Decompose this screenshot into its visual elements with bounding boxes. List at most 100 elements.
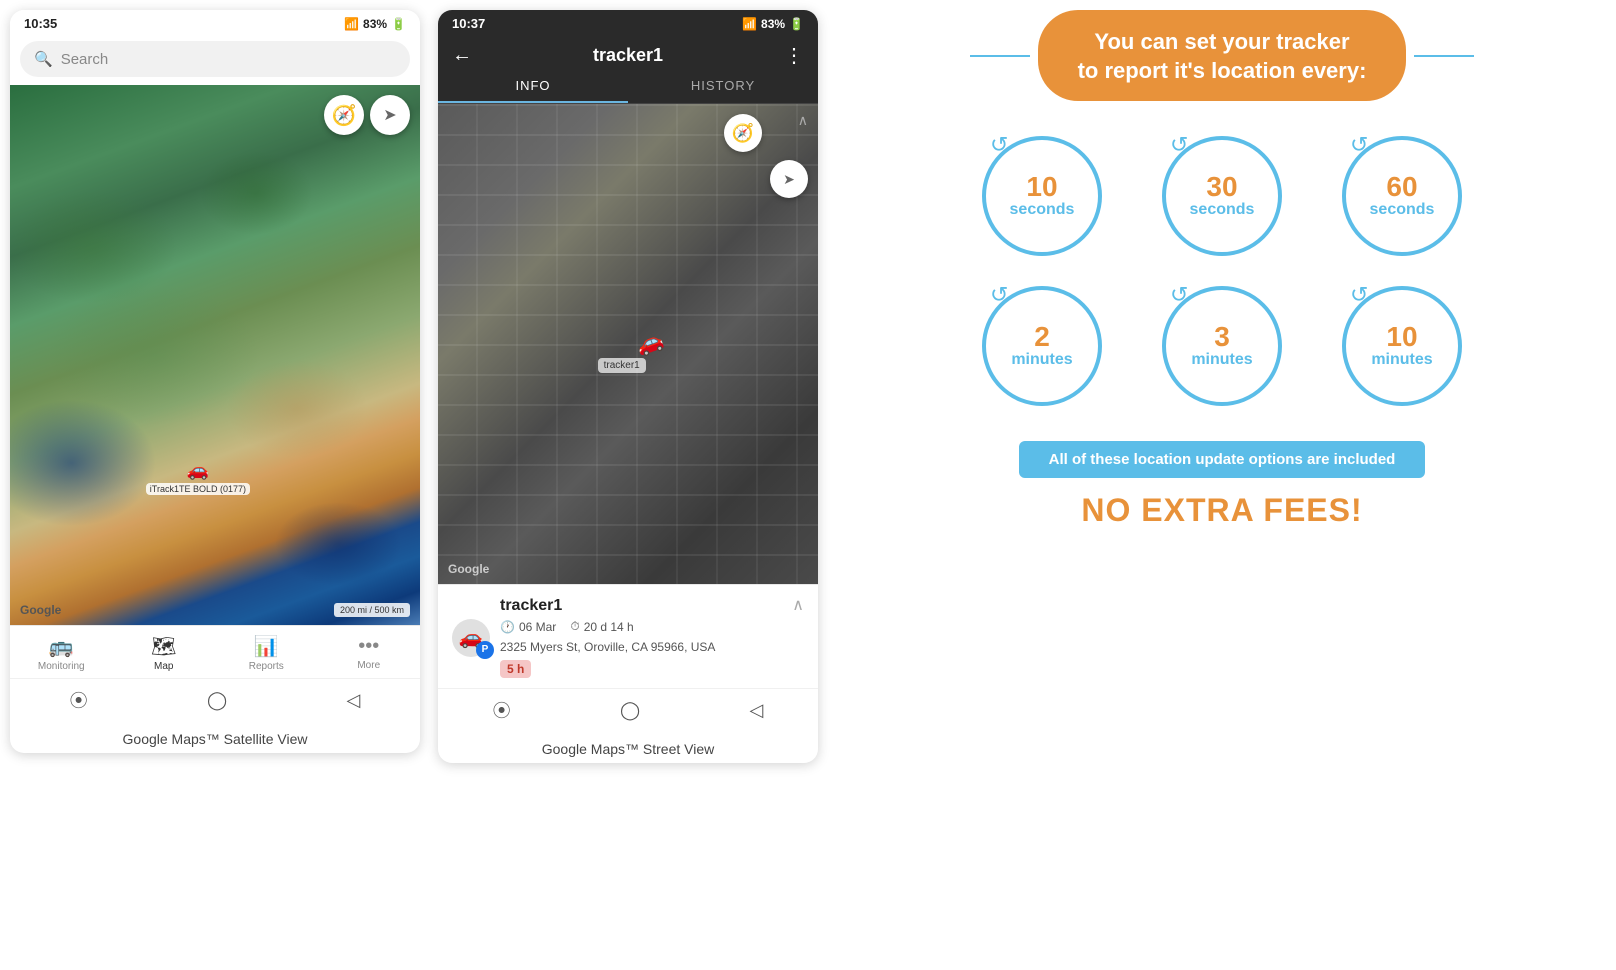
scroll-arrow: ∧ xyxy=(798,112,808,129)
android-nav-left: ⦿ ◯ ◁ xyxy=(10,678,420,721)
nav-reports-label: Reports xyxy=(249,661,284,672)
nav-more-label: More xyxy=(357,660,380,671)
circle-number-10min: 10 xyxy=(1386,323,1417,351)
timer-icon: ⏱ xyxy=(570,619,579,634)
status-bar-right: 10:37 📶 83% 🔋 xyxy=(438,10,818,35)
nav-monitoring[interactable]: 🚌 Monitoring xyxy=(31,634,91,672)
circle-number-30sec: 30 xyxy=(1206,173,1237,201)
android-home-left[interactable]: ◯ xyxy=(207,690,227,711)
phone-street: 10:37 📶 83% 🔋 ← tracker1 ⋮ INFO HISTORY … xyxy=(438,10,818,763)
map-icon: 🗺 xyxy=(151,634,176,659)
circle-ring-60sec: ↺ 60 seconds xyxy=(1342,136,1462,256)
map-scale: 200 mi / 500 km xyxy=(334,603,410,617)
circle-60sec: ↺ 60 seconds xyxy=(1327,131,1477,261)
back-button[interactable]: ← xyxy=(452,44,472,67)
circle-arrow-3min: ↺ xyxy=(1170,282,1188,308)
info-included-text: All of these location update options are… xyxy=(1049,451,1396,468)
tracker-date: 🕐 06 Mar xyxy=(500,619,556,634)
nav-reports[interactable]: 📊 Reports xyxy=(236,634,296,672)
phone-header-right: ← tracker1 ⋮ xyxy=(438,35,818,68)
android-back-left[interactable]: ◁ xyxy=(346,690,360,711)
tracker-p-badge: P xyxy=(476,641,494,659)
search-icon: 🔍 xyxy=(34,50,53,68)
tracker-name: tracker1 xyxy=(500,597,715,615)
google-logo-left: Google xyxy=(20,603,61,617)
circle-unit-2min: minutes xyxy=(1011,351,1072,369)
tab-history[interactable]: HISTORY xyxy=(628,68,818,103)
navigate-button[interactable]: ➤ xyxy=(370,95,410,135)
clock-icon: 🕐 xyxy=(500,620,515,634)
tracker-address: 2325 Myers St, Oroville, CA 95966, USA xyxy=(500,640,715,654)
android-recents-right[interactable]: ⦿ xyxy=(493,697,511,723)
android-nav-right: ⦿ ◯ ◁ xyxy=(438,688,818,731)
status-time-left: 10:35 xyxy=(24,16,57,31)
circle-2min: ↺ 2 minutes xyxy=(967,281,1117,411)
nav-more[interactable]: ••• More xyxy=(339,635,399,671)
info-no-fees: NO EXTRA FEES! xyxy=(1081,492,1362,529)
map-aerial: 🧭 ➤ 🚗 tracker1 Google ∧ xyxy=(438,104,818,584)
status-bar-left: 10:35 📶 83% 🔋 xyxy=(10,10,420,35)
circle-number-3min: 3 xyxy=(1214,323,1230,351)
circle-ring-10sec: ↺ 10 seconds xyxy=(982,136,1102,256)
circle-number-2min: 2 xyxy=(1034,323,1050,351)
tracker-meta: 🕐 06 Mar ⏱ 20 d 14 h xyxy=(500,619,715,634)
android-recents-left[interactable]: ⦿ xyxy=(70,687,88,713)
info-title-box: You can set your tracker to report it's … xyxy=(1038,10,1407,101)
aerial-nav-button[interactable]: ➤ xyxy=(770,160,808,198)
android-back-right[interactable]: ◁ xyxy=(749,700,763,721)
circle-arrow-60sec: ↺ xyxy=(1350,132,1368,158)
more-icon: ••• xyxy=(358,635,379,658)
tracker-avatar-wrap: 🚗 P xyxy=(452,619,490,657)
info-included-box: All of these location update options are… xyxy=(1019,441,1426,478)
tracker-duration: ⏱ 20 d 14 h xyxy=(570,619,633,634)
circle-10min: ↺ 10 minutes xyxy=(1327,281,1477,411)
nav-monitoring-label: Monitoring xyxy=(38,661,85,672)
nav-map-label: Map xyxy=(154,661,173,672)
android-home-right[interactable]: ◯ xyxy=(620,700,640,721)
tracker-info-header: 🚗 P tracker1 🕐 06 Mar ⏱ 20 d 14 h xyxy=(452,597,804,678)
tracker-info-panel: 🚗 P tracker1 🕐 06 Mar ⏱ 20 d 14 h xyxy=(438,584,818,688)
circle-number-10sec: 10 xyxy=(1026,173,1057,201)
aerial-compass[interactable]: 🧭 xyxy=(724,114,762,152)
aerial-google-logo: Google xyxy=(448,562,489,576)
compass-button[interactable]: 🧭 xyxy=(324,95,364,135)
circles-grid: ↺ 10 seconds ↺ 30 seconds ↺ 60 seconds ↺… xyxy=(967,131,1477,411)
tracker-label: iTrack1TE BOLD (0177) xyxy=(146,483,250,495)
status-icons-right: 📶 83% 🔋 xyxy=(742,17,804,31)
battery-icon-left: 🔋 xyxy=(391,17,406,31)
tab-info[interactable]: INFO xyxy=(438,68,628,103)
search-bar[interactable]: 🔍 Search xyxy=(20,41,410,77)
circle-unit-3min: minutes xyxy=(1191,351,1252,369)
circle-unit-10sec: seconds xyxy=(1010,201,1075,219)
circle-arrow-10sec: ↺ xyxy=(990,132,1008,158)
circle-unit-10min: minutes xyxy=(1371,351,1432,369)
caption-satellite: Google Maps™ Satellite View xyxy=(10,721,420,753)
battery-left: 83% xyxy=(363,17,387,31)
aerial-car-icon: 🚗 xyxy=(632,326,667,360)
circle-unit-30sec: seconds xyxy=(1190,201,1255,219)
circle-arrow-30sec: ↺ xyxy=(1170,132,1188,158)
circle-number-60sec: 60 xyxy=(1386,173,1417,201)
aerial-tracker-label: tracker1 xyxy=(598,358,646,373)
tracker-details: tracker1 🕐 06 Mar ⏱ 20 d 14 h 2325 Myers… xyxy=(500,597,715,678)
circle-ring-10min: ↺ 10 minutes xyxy=(1342,286,1462,406)
tracker-title: tracker1 xyxy=(593,45,663,66)
battery-icon-right: 🔋 xyxy=(789,17,804,31)
panel-scroll-icon: ∧ xyxy=(792,595,804,615)
tabs-bar: INFO HISTORY xyxy=(438,68,818,104)
time-badge: 5 h xyxy=(500,660,531,678)
circle-ring-3min: ↺ 3 minutes xyxy=(1162,286,1282,406)
info-title: You can set your tracker to report it's … xyxy=(1078,28,1367,85)
circle-ring-2min: ↺ 2 minutes xyxy=(982,286,1102,406)
circle-10sec: ↺ 10 seconds xyxy=(967,131,1117,261)
caption-street: Google Maps™ Street View xyxy=(438,731,818,763)
battery-right: 83% xyxy=(761,17,785,31)
reports-icon: 📊 xyxy=(254,634,279,659)
tracker-marker: 🚗 iTrack1TE BOLD (0177) xyxy=(146,460,250,495)
circle-30sec: ↺ 30 seconds xyxy=(1147,131,1297,261)
nav-map[interactable]: 🗺 Map xyxy=(134,634,194,672)
circle-arrow-2min: ↺ xyxy=(990,282,1008,308)
more-menu-button[interactable]: ⋮ xyxy=(784,43,804,68)
signal-icon-left: 📶 xyxy=(344,17,359,31)
bottom-nav-left: 🚌 Monitoring 🗺 Map 📊 Reports ••• More xyxy=(10,625,420,678)
